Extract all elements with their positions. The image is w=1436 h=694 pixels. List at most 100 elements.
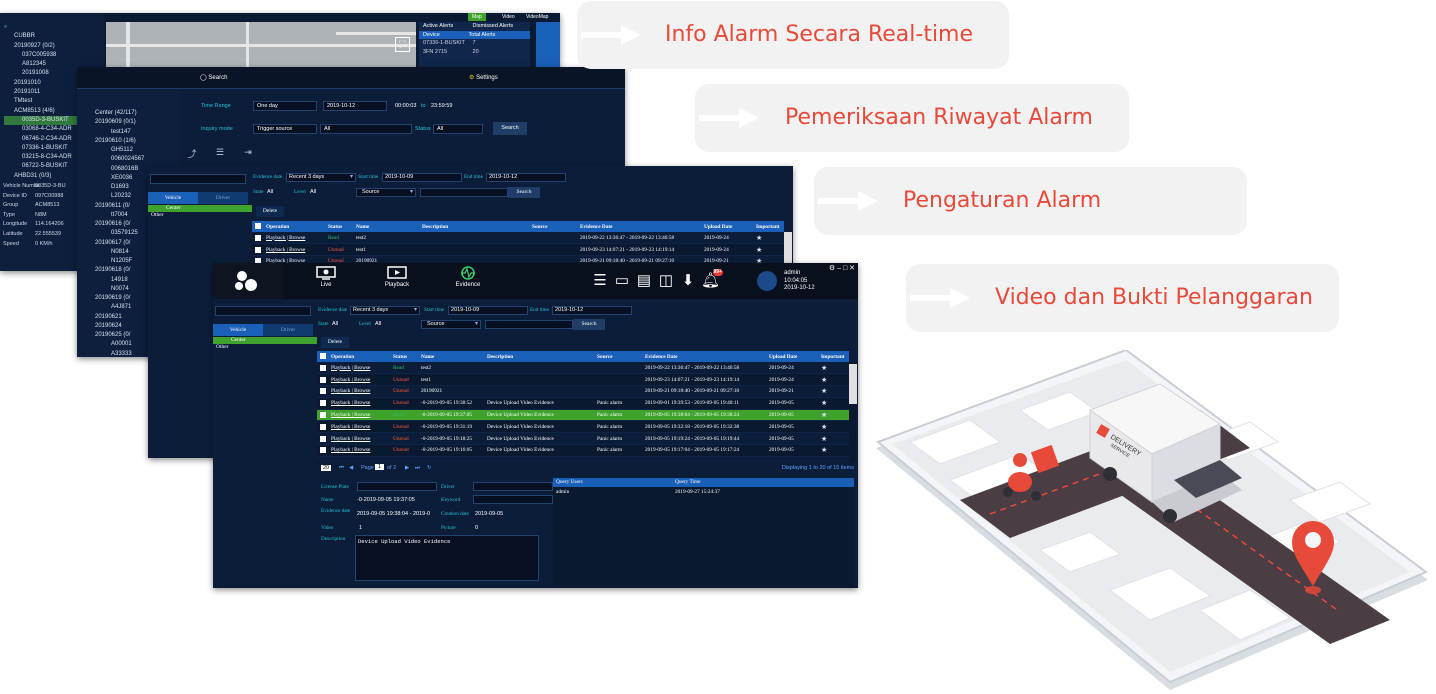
export-icon[interactable]: ⤴ [183, 147, 201, 161]
row-checkbox[interactable] [317, 420, 329, 434]
table-row[interactable]: Playback | Browse Unread test1 2019-09-2… [252, 243, 784, 257]
tree-search-icon[interactable]: ⌕ [4, 23, 102, 32]
tab-driver[interactable]: Driver [198, 192, 248, 204]
fullscreen-icon[interactable]: ⛶ [395, 37, 410, 52]
table-row[interactable]: Playback | Browse Read -0-2019-09-05 19:37… [317, 409, 849, 422]
star-icon[interactable]: ★ [819, 373, 849, 387]
star-icon[interactable]: ★ [819, 385, 849, 398]
star-icon[interactable]: ★ [754, 243, 784, 257]
tree-item[interactable]: 20190610 (1/6) [85, 137, 179, 146]
prev-page-icon[interactable]: ◀ [349, 465, 353, 471]
inquiry-mode-select[interactable]: Trigger source [253, 124, 317, 134]
row-checkbox[interactable] [317, 409, 329, 422]
tree-node-other[interactable]: Other [148, 212, 252, 219]
tab-dismissed-alerts[interactable]: Dismissed Alerts [473, 22, 514, 31]
star-icon[interactable]: ★ [819, 362, 849, 375]
tree-search-input[interactable] [150, 174, 246, 184]
table-row[interactable]: Playback | Browse Unread -0-2019-09-05 19:… [317, 397, 849, 410]
tree-item[interactable]: Center (42/117) [85, 109, 179, 118]
tree-item[interactable]: 20190609 (0/1) [85, 118, 179, 127]
playback-browse-link[interactable]: Playback | Browse [329, 432, 391, 446]
playback-browse-link[interactable]: Playback | Browse [264, 232, 326, 245]
delete-button[interactable]: Delete [321, 337, 349, 348]
star-icon[interactable]: ★ [754, 232, 784, 245]
tab-video[interactable]: Video [498, 13, 519, 21]
row-checkbox[interactable] [252, 243, 264, 257]
end-time-input[interactable]: 2019-10-12 [552, 306, 632, 315]
star-icon[interactable]: ★ [819, 432, 849, 446]
select-all-checkbox[interactable] [317, 351, 329, 362]
page-input[interactable]: 1 [375, 464, 385, 470]
tree-item[interactable]: GH5112 [85, 146, 179, 155]
row-checkbox[interactable] [252, 232, 264, 245]
start-time-input[interactable]: 2019-10-09 [382, 173, 462, 182]
table-row[interactable]: Playback | Browse Unread -0-2019-09-05 19:… [317, 420, 849, 434]
maximize-icon[interactable]: □ [843, 265, 847, 272]
close-icon[interactable]: ✕ [849, 265, 855, 272]
tab-search[interactable]: ◯ Search [200, 67, 227, 89]
bell-icon[interactable]: 🔔︎ 99+ [701, 269, 723, 291]
tab-settings[interactable]: ⚙ Settings [469, 67, 498, 89]
time-range-select[interactable]: One day [253, 101, 317, 111]
avatar[interactable] [757, 271, 777, 291]
table-row[interactable]: Playback | Browse Unread -0-2019-09-05 19:… [317, 432, 849, 446]
start-time-input[interactable]: 2019-10-09 [448, 306, 528, 315]
download-icon[interactable]: ⬇ [679, 271, 697, 291]
screen-icon[interactable]: ▭ [613, 271, 631, 291]
tree-node-other[interactable]: Other [213, 344, 317, 351]
list-icon[interactable]: ☰ [591, 271, 609, 291]
row-checkbox[interactable] [317, 432, 329, 446]
alert-device[interactable]: 07336-1-BUSKIT [419, 39, 471, 48]
state-value[interactable]: All [267, 189, 273, 195]
source-select[interactable]: Source [421, 320, 481, 329]
playback-browse-link[interactable]: Playback | Browse [329, 444, 391, 457]
evidence-date-select[interactable]: Recent 3 days [286, 173, 356, 182]
status-select[interactable]: All [433, 124, 483, 134]
keyword-input[interactable] [420, 188, 508, 197]
last-page-icon[interactable]: ⏭ [415, 465, 420, 472]
inquiry-all-select[interactable]: All [320, 124, 412, 134]
tree-node-center[interactable]: Center [213, 337, 317, 344]
row-checkbox[interactable] [317, 385, 329, 398]
list-icon[interactable]: ☰ [211, 147, 229, 161]
tree-search-input[interactable] [215, 306, 311, 316]
row-checkbox[interactable] [317, 373, 329, 387]
table-row[interactable]: Playback | Browse Read test2 2019-09-22 13:… [317, 362, 849, 375]
nav-playback[interactable]: Playback [377, 266, 417, 298]
playback-browse-link[interactable]: Playback | Browse [329, 362, 391, 375]
playback-browse-link[interactable]: Playback | Browse [329, 373, 391, 387]
end-time-input[interactable]: 2019-10-12 [486, 173, 566, 182]
first-page-icon[interactable]: ⏮ [339, 465, 344, 472]
tree-item[interactable]: 20190927 (0/2) [4, 42, 102, 51]
row-checkbox[interactable] [317, 362, 329, 375]
star-icon[interactable]: ★ [819, 420, 849, 434]
search-button[interactable]: Search [493, 122, 527, 135]
evidence-date-select[interactable]: Recent 3 days [350, 306, 420, 315]
star-icon[interactable]: ★ [819, 397, 849, 410]
level-value[interactable]: All [310, 189, 316, 195]
tab-videomap[interactable]: VideoMap [522, 13, 552, 21]
page-size-select[interactable]: 20 [321, 465, 332, 471]
playback-browse-link[interactable]: Playback | Browse [329, 409, 391, 422]
settings-icon[interactable]: ⚙ [829, 265, 835, 272]
level-value[interactable]: All [375, 321, 381, 327]
nav-live[interactable]: Live [306, 266, 346, 298]
tree-item[interactable]: 0060024567 [85, 155, 179, 164]
logout-icon[interactable]: ⇥ [239, 147, 257, 161]
keyword-input[interactable] [485, 320, 573, 329]
search-button[interactable]: Search [508, 187, 540, 198]
tab-vehicle[interactable]: Vehicle [148, 192, 198, 204]
time-to[interactable]: 23:59:59 [431, 103, 452, 109]
user-panel[interactable]: admin 10:04:05 2019-10-12 [753, 268, 853, 296]
row-checkbox[interactable] [317, 444, 329, 457]
delete-button[interactable]: Delete [256, 206, 284, 217]
description-textarea[interactable]: Device Upload Video Evidence [355, 535, 539, 581]
tree-item[interactable]: 037C005938 [4, 51, 102, 60]
time-from[interactable]: 00:00:03 [395, 103, 416, 109]
table-scrollbar[interactable] [849, 364, 857, 404]
table-row[interactable]: Playback | Browse Read test2 2019-09-22 … [252, 232, 784, 245]
state-value[interactable]: All [332, 321, 338, 327]
date-input[interactable]: 2019-10-12 [323, 101, 387, 111]
playback-browse-link[interactable]: Playback | Browse [329, 385, 391, 398]
tab-active-alerts[interactable]: Active Alerts [419, 22, 471, 31]
